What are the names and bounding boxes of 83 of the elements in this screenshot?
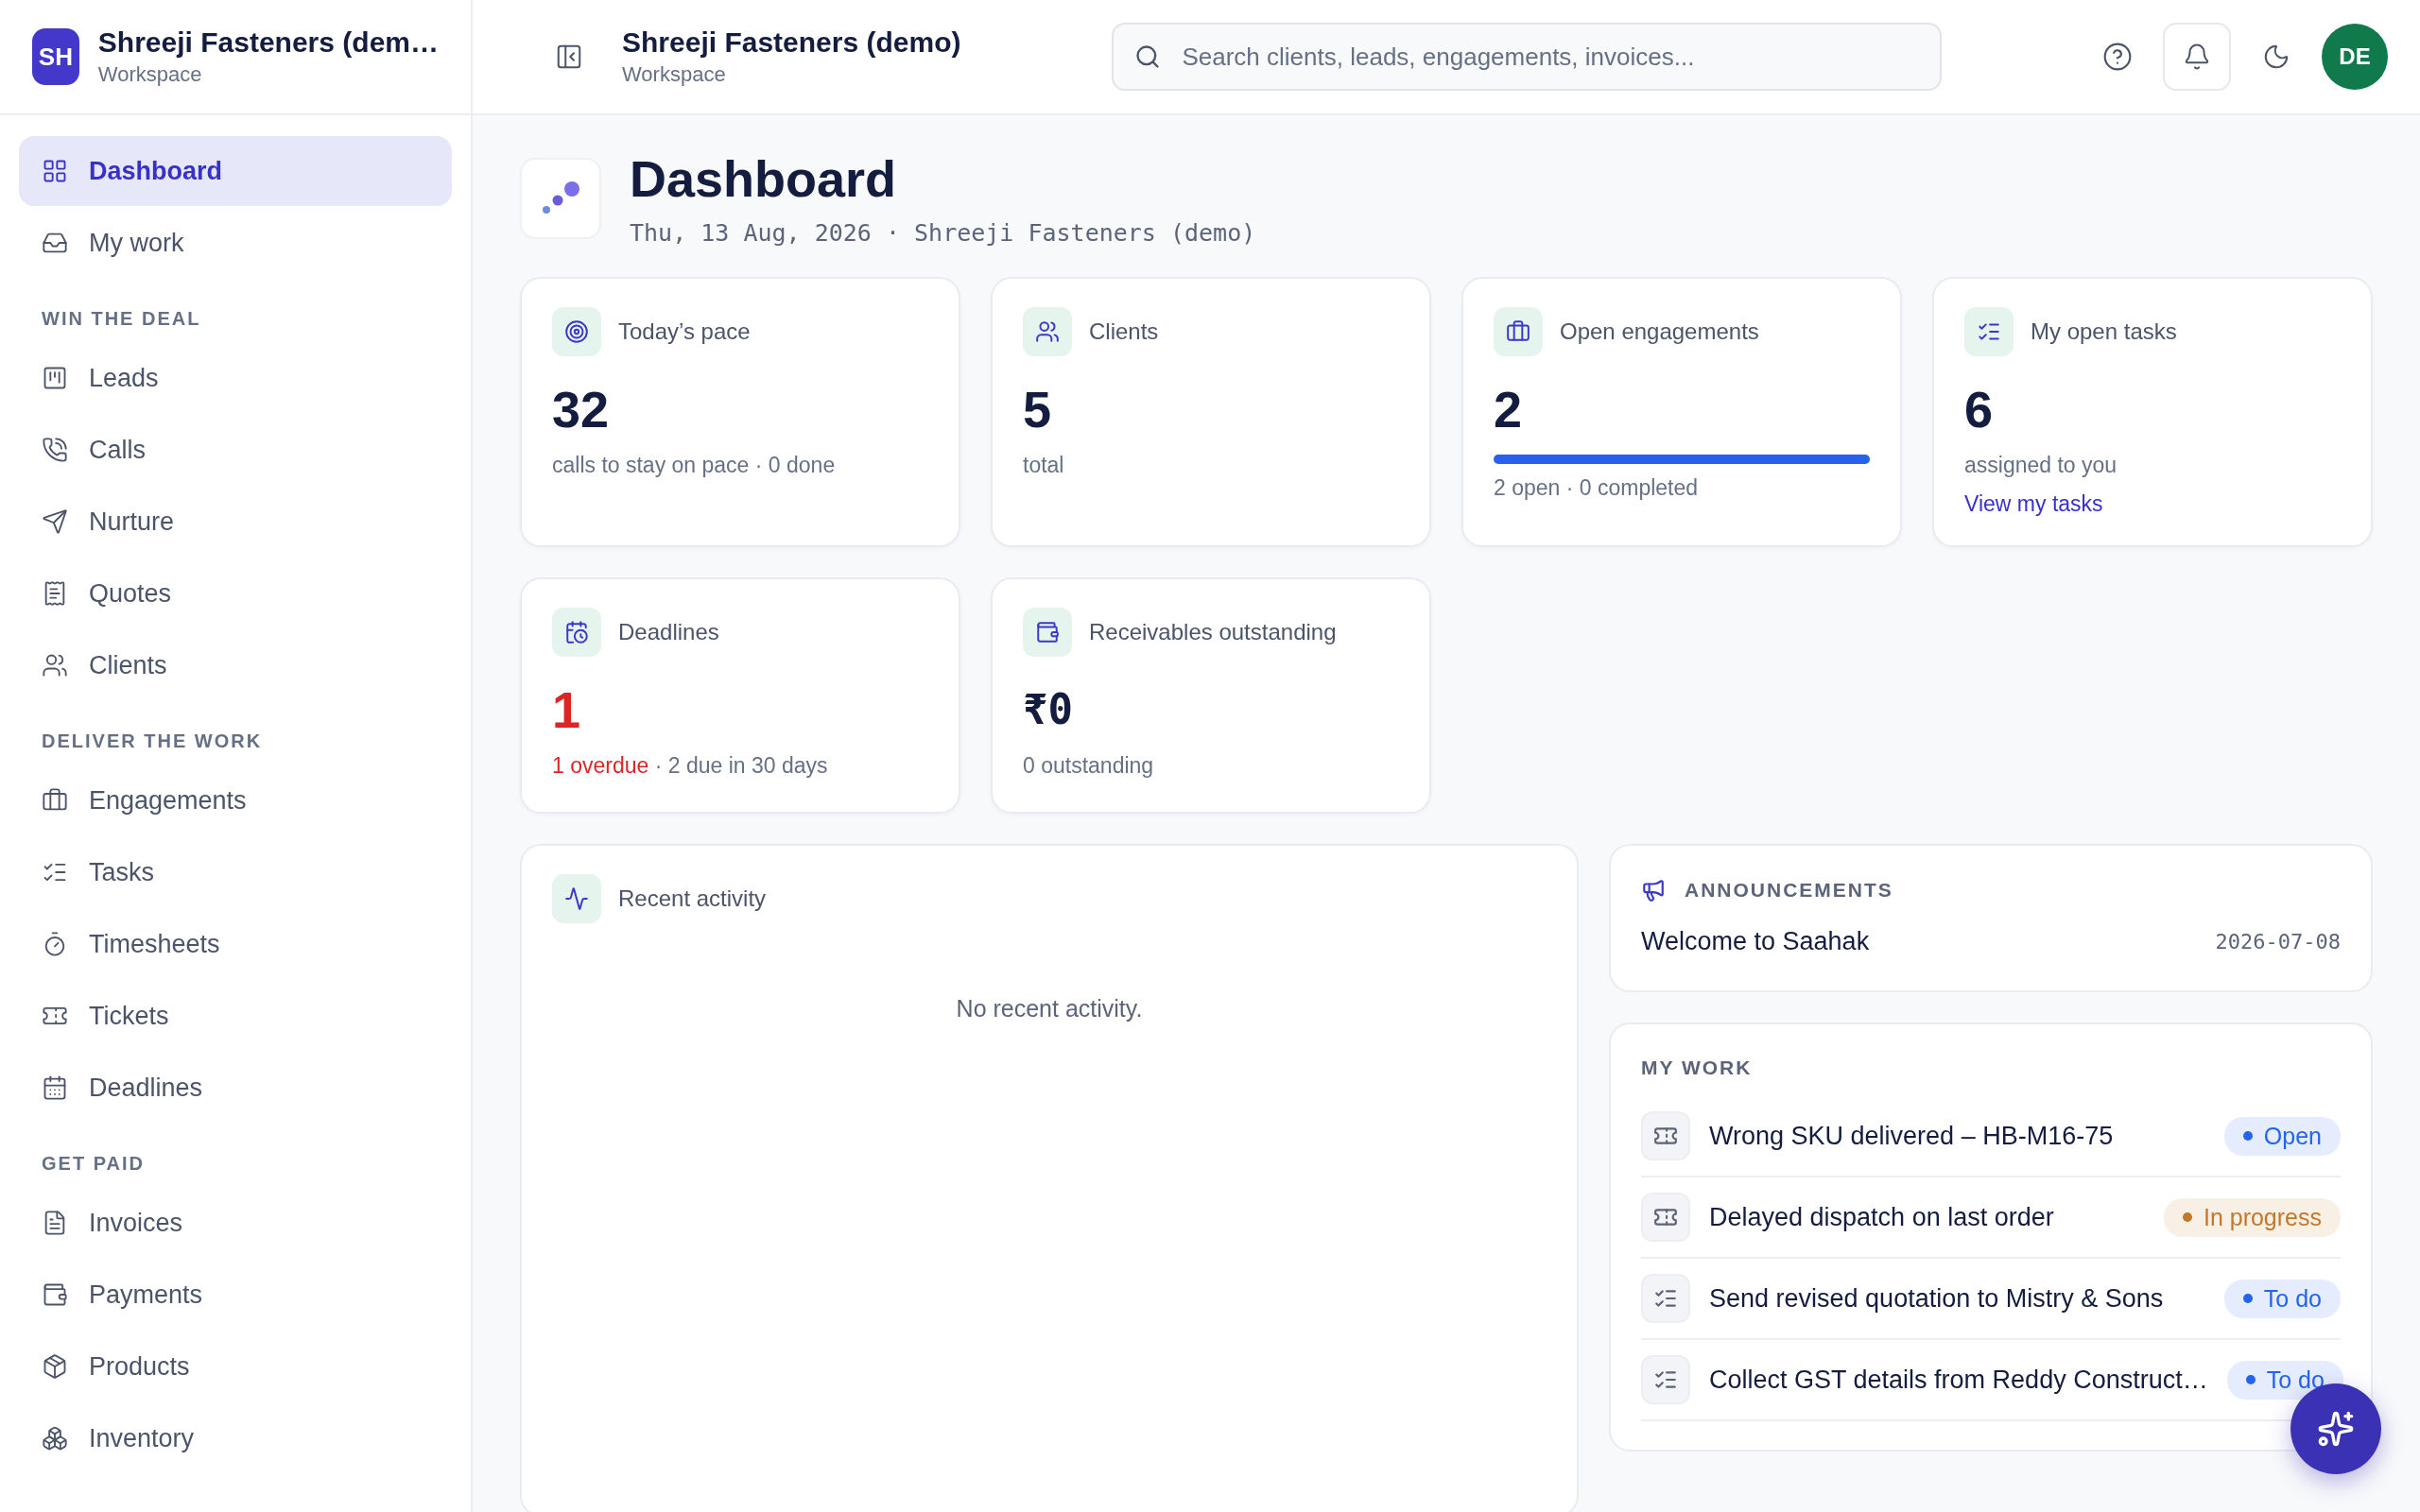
sidebar-item[interactable]: Inventory (19, 1403, 452, 1473)
panel-title: Recent activity (618, 885, 767, 912)
sidebar-item[interactable]: Engagements (19, 765, 452, 835)
card-note: 0 outstanding (1023, 753, 1155, 779)
sidebar-item[interactable]: Dashboard (19, 136, 452, 206)
card-note: 2 open · 0 completed (1494, 475, 1700, 501)
sidebar-item[interactable]: Nurture (19, 487, 452, 557)
workspace-label: Workspace (97, 62, 203, 87)
wallet-icon (42, 1281, 68, 1308)
nav-section-heading: DELIVER THE WORK (41, 730, 264, 753)
view-tasks-link[interactable]: View my tasks (1964, 491, 2341, 517)
card-note: calls to stay on pace · 0 done (552, 453, 837, 478)
header-subtitle: Workspace (622, 62, 727, 87)
search-icon (1134, 43, 1162, 70)
work-item-title[interactable]: Wrong SKU delivered – HB-M16-75 (1709, 1121, 2205, 1151)
header-title: Shreeji Fasteners (demo) (622, 26, 961, 59)
announcement-date: 2026-07-08 (2215, 930, 2341, 954)
sidebar-item[interactable]: Calls (19, 415, 452, 485)
sidebar-item[interactable]: Timesheets (19, 909, 452, 979)
nav-section-heading: WIN THE DEAL (41, 307, 202, 331)
card-note: assigned to you (1964, 453, 2118, 478)
work-item-title[interactable]: Collect GST details from Reddy Construct… (1709, 1365, 2208, 1395)
status-badge: To do (2223, 1279, 2341, 1318)
sidebar-toggle-icon (555, 43, 583, 71)
sparkles-icon (2317, 1410, 2355, 1448)
status-badge: In progress (2163, 1197, 2341, 1237)
package-icon (42, 1353, 68, 1380)
card-value: 6 (1964, 380, 1995, 439)
announcement-title: Welcome to Saahak (1641, 927, 1870, 956)
card-label: My open tasks (2031, 318, 2177, 345)
card-value: 2 (1494, 380, 1524, 439)
card-value: 1 (552, 680, 582, 740)
sidebar-item[interactable]: Tickets (19, 981, 452, 1051)
workspace-name: Shreeji Fasteners (dem… (97, 26, 439, 59)
send-icon (42, 508, 68, 535)
calendar-clock-icon (564, 620, 589, 644)
work-item-title[interactable]: Delayed dispatch on last order (1709, 1202, 2145, 1232)
boxes-icon (42, 1425, 68, 1452)
page-subtitle: Thu, 13 Aug, 2026 · Shreeji Fasteners (demo) (630, 219, 1256, 247)
sidebar-item[interactable]: Quotes (19, 558, 452, 628)
status-badge: Open (2223, 1116, 2341, 1156)
sidebar-item[interactable]: My work (19, 208, 452, 278)
card-label: Today’s pace (618, 318, 751, 345)
wallet-icon (1035, 620, 1060, 644)
target-icon (564, 319, 589, 344)
card-note: 1 overdue · 2 due in 30 days (552, 753, 829, 779)
card-label: Clients (1089, 318, 1159, 345)
megaphone-icon (1641, 878, 1666, 902)
briefcase-icon (1506, 319, 1530, 344)
phone-icon (42, 437, 68, 463)
user-avatar[interactable]: DE (2322, 24, 2388, 90)
grid-icon (42, 158, 68, 184)
card-label: Open engagements (1560, 318, 1759, 345)
sidebar-item[interactable]: Leads (19, 343, 452, 413)
moon-icon (2262, 43, 2290, 71)
sidebar-item[interactable]: Tasks (19, 837, 452, 907)
workspace-logo: SH (32, 28, 79, 85)
panel-heading: MY WORK (1641, 1057, 1754, 1079)
sidebar-item[interactable]: Invoices (19, 1188, 452, 1258)
panel-heading: ANNOUNCEMENTS (1685, 879, 1893, 902)
pulse-icon (564, 886, 589, 911)
sidebar-item[interactable]: Payments (19, 1260, 452, 1330)
nav-section-heading: GET PAID (41, 1152, 146, 1176)
card-label: Deadlines (618, 619, 719, 645)
sidebar-item[interactable]: Clients (19, 630, 452, 700)
card-value: 5 (1023, 380, 1053, 439)
empty-message: No recent activity. (956, 995, 1143, 1023)
users-icon (42, 652, 68, 679)
calendar-icon (42, 1074, 68, 1101)
users-icon (1035, 319, 1060, 344)
notifications-button[interactable] (2163, 23, 2231, 91)
card-note: total (1023, 453, 1065, 478)
sidebar-item[interactable]: Products (19, 1332, 452, 1401)
card-label: Receivables outstanding (1089, 619, 1337, 645)
card-value: 32 (552, 380, 611, 439)
bell-icon (2183, 43, 2211, 71)
board-icon (42, 365, 68, 391)
sidebar-item[interactable]: Deadlines (19, 1053, 452, 1123)
page-title: Dashboard (630, 149, 898, 208)
card-value: ₹0 (1023, 684, 1074, 735)
search-field[interactable]: Search clients, leads, engagements, invoices... (1112, 23, 1943, 91)
help-icon (2102, 42, 2133, 72)
work-item-title[interactable]: Send revised quotation to Mistry & Sons (1709, 1283, 2205, 1314)
